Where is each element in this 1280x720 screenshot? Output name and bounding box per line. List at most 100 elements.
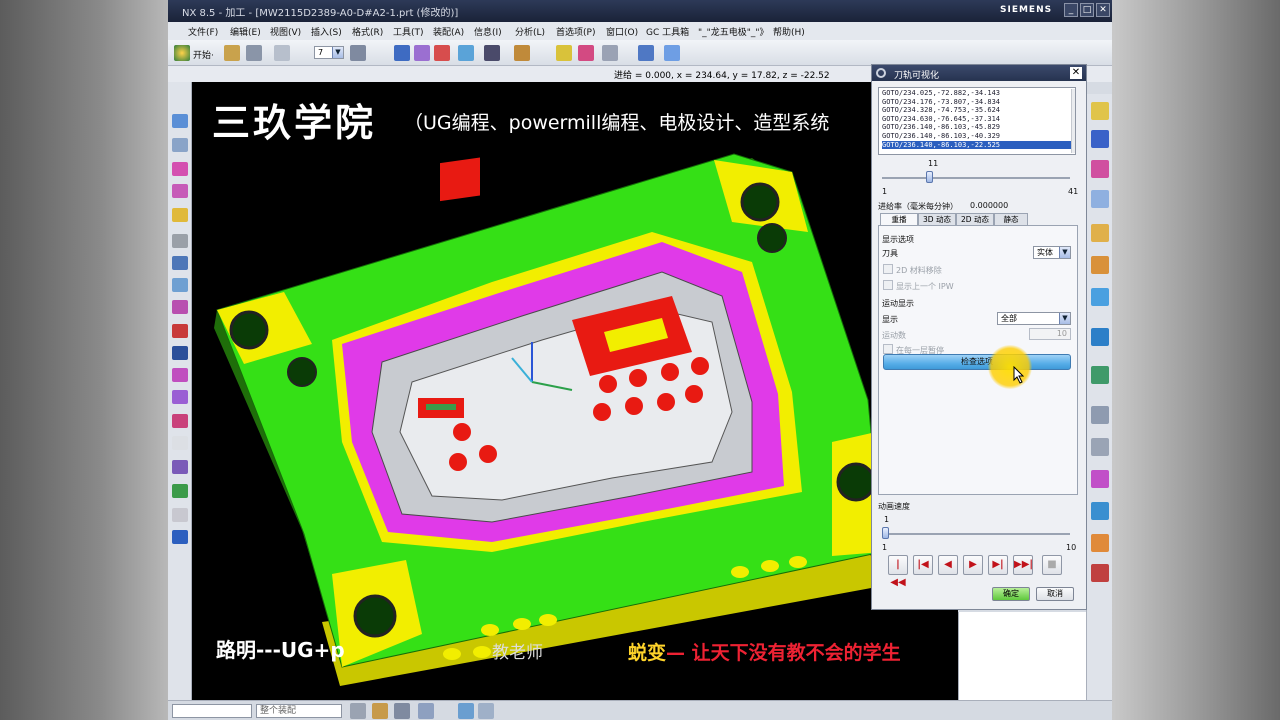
machine-navigator-icon[interactable] <box>1091 224 1109 242</box>
blank-icon[interactable] <box>172 436 188 450</box>
operation-nav-icon[interactable] <box>172 162 188 176</box>
info-icon[interactable] <box>172 346 188 360</box>
snap-icon[interactable] <box>350 45 366 61</box>
dialog-title-bar[interactable]: 刀轨可视化 ✕ <box>872 65 1086 81</box>
menu-electrode-plugin[interactable]: "_"龙五电极"_"》 <box>698 25 769 38</box>
pause-each-layer-checkbox[interactable] <box>883 344 893 354</box>
system-material-icon[interactable] <box>172 256 188 270</box>
gear-icon[interactable] <box>876 68 886 78</box>
navigator-panel[interactable] <box>958 612 1086 700</box>
step-forward-button[interactable]: ▶| <box>988 555 1008 575</box>
view-icon[interactable] <box>458 703 474 719</box>
selection-scope-select[interactable]: 整个装配 <box>256 704 342 718</box>
menu-analysis[interactable]: 分析(L) <box>515 25 545 38</box>
goto-slider-thumb[interactable] <box>926 171 933 183</box>
show-prev-ipw-checkbox[interactable] <box>883 280 893 290</box>
roles-icon-right[interactable] <box>1091 502 1109 520</box>
measure-icon[interactable] <box>458 45 474 61</box>
operation-navigator-icon[interactable] <box>1091 190 1109 208</box>
menu-view[interactable]: 视图(V) <box>270 25 301 38</box>
select-icon[interactable] <box>394 703 410 719</box>
menu-info[interactable]: 信息(I) <box>474 25 502 38</box>
roles-icon[interactable] <box>172 300 188 314</box>
ok-button[interactable]: 确定 <box>992 587 1030 601</box>
menu-format[interactable]: 格式(R) <box>352 25 383 38</box>
part-nav-icon[interactable] <box>172 184 188 198</box>
zoom-icon[interactable] <box>664 45 680 61</box>
menu-assembly[interactable]: 装配(A) <box>433 25 464 38</box>
history-icon[interactable] <box>172 234 188 248</box>
rewind-to-start-button[interactable]: |◀◀ <box>888 555 908 588</box>
play-button[interactable]: ▶ <box>963 555 983 575</box>
shade-icon[interactable] <box>478 703 494 719</box>
process-studio-icon[interactable] <box>1091 470 1109 488</box>
menu-window[interactable]: 窗口(O) <box>606 25 638 38</box>
type-filter-select[interactable] <box>172 704 252 718</box>
menu-help[interactable]: 帮助(H) <box>773 25 805 38</box>
menu-edit[interactable]: 编辑(E) <box>230 25 261 38</box>
undo-icon[interactable] <box>274 45 290 61</box>
hd3d-tools-icon[interactable] <box>1091 288 1109 306</box>
geometry-icon[interactable] <box>514 45 530 61</box>
menu-tools[interactable]: 工具(T) <box>393 25 424 38</box>
speed-slider-thumb[interactable] <box>882 527 889 539</box>
operation-icon[interactable] <box>394 45 410 61</box>
menu-gc-toolbox[interactable]: GC 工具箱 <box>646 25 689 38</box>
constraint-navigator-icon[interactable] <box>1091 130 1109 148</box>
clamp-icon[interactable] <box>172 508 188 522</box>
list-scrollbar[interactable] <box>1071 89 1075 153</box>
layer-select[interactable]: 7 ▼ <box>314 46 344 59</box>
step-back-button[interactable]: |◀ <box>913 555 933 575</box>
printer-icon[interactable] <box>172 484 188 498</box>
rectangle-select-icon[interactable] <box>418 703 434 719</box>
assembly-nav-icon[interactable] <box>172 138 188 152</box>
close-button[interactable]: ✕ <box>1096 3 1110 17</box>
speed-slider-track[interactable] <box>882 533 1070 535</box>
menu-file[interactable]: 文件(F) <box>188 25 218 38</box>
mold-wizard-icon[interactable] <box>172 390 188 404</box>
maximize-button[interactable]: □ <box>1080 3 1094 17</box>
filter-icon[interactable] <box>350 703 366 719</box>
material-removal-checkbox[interactable] <box>883 264 893 274</box>
goto-line-selected[interactable]: GOTO/236.140,-86.103,-22.525 <box>882 140 1072 150</box>
assembly-navigator-icon[interactable] <box>1091 102 1109 120</box>
cancel-button[interactable]: 取消 <box>1036 587 1074 601</box>
part-navigator-icon[interactable] <box>1091 160 1109 178</box>
goto-slider-track[interactable] <box>882 177 1070 179</box>
graphics-viewport[interactable]: 三玖学院 （UG编程、powermill编程、电极设计、造型系统 路明---UG… <box>192 82 958 700</box>
goto-line[interactable]: GOTO/236.140,-86.103,-45.829 <box>882 123 1072 132</box>
goto-list[interactable]: GOTO/234.025,-72.882,-34.143 GOTO/234.17… <box>878 87 1076 155</box>
goto-line[interactable]: GOTO/236.140,-86.103,-40.329 <box>882 132 1072 141</box>
check-options-button[interactable]: 检查选项 <box>883 354 1071 370</box>
goto-line[interactable]: GOTO/234.176,-73.807,-34.834 <box>882 98 1072 107</box>
tool-icon[interactable] <box>434 45 450 61</box>
view-cube-icon[interactable] <box>172 114 188 128</box>
menu-preferences[interactable]: 首选项(P) <box>556 25 595 38</box>
clock-icon[interactable] <box>1091 406 1109 424</box>
goto-line[interactable]: GOTO/234.025,-72.882,-34.143 <box>882 89 1072 98</box>
minimize-button[interactable]: _ <box>1064 3 1078 17</box>
goto-line[interactable]: GOTO/234.630,-76.645,-37.314 <box>882 115 1072 124</box>
reuse-library-icon[interactable] <box>172 208 188 222</box>
feature-icon[interactable] <box>172 368 188 382</box>
reuse-library-icon-right[interactable] <box>1091 256 1109 274</box>
web-browser-icon[interactable] <box>1091 328 1109 346</box>
display-mode-select[interactable]: 全部 ▼ <box>997 312 1071 325</box>
play-reverse-button[interactable]: ◀ <box>938 555 958 575</box>
open-folder-icon[interactable] <box>224 45 240 61</box>
palette-icon[interactable] <box>172 324 188 338</box>
sketch-icon[interactable] <box>172 460 188 474</box>
menu-insert[interactable]: 插入(S) <box>311 25 342 38</box>
program-icon[interactable] <box>414 45 430 61</box>
start-menu-label[interactable]: 开始· <box>193 48 214 61</box>
internet-explorer-icon[interactable] <box>172 278 188 292</box>
generate-icon[interactable] <box>556 45 572 61</box>
verify-icon[interactable] <box>578 45 594 61</box>
dialog-close-button[interactable]: ✕ <box>1070 67 1082 79</box>
electrode-icon[interactable] <box>172 414 188 428</box>
fast-forward-to-end-button[interactable]: ▶▶| <box>1013 555 1033 575</box>
history-palette-icon[interactable] <box>1091 366 1109 384</box>
postprocess-icon[interactable] <box>602 45 618 61</box>
start-icon[interactable] <box>174 45 190 61</box>
nc-icon[interactable] <box>172 530 188 544</box>
